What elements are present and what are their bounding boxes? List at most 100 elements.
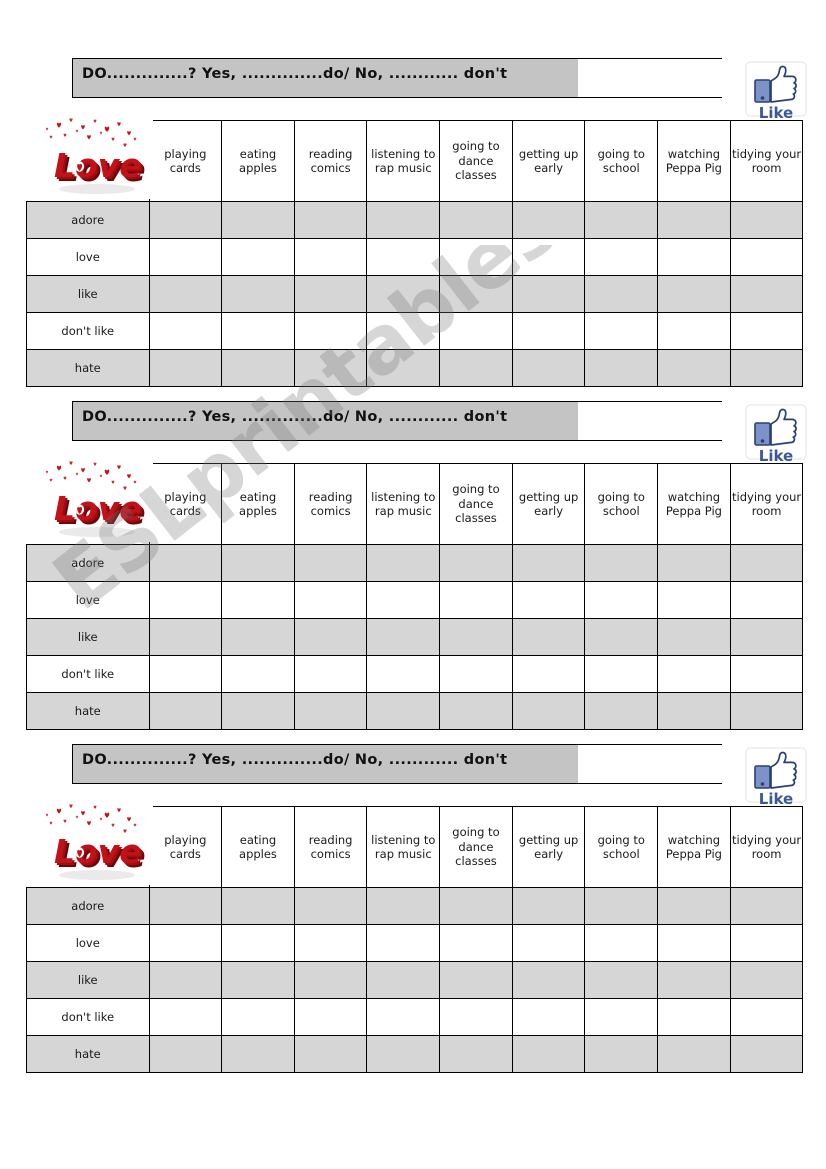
answer-cell[interactable] [511, 544, 586, 582]
answer-cell[interactable] [584, 961, 659, 999]
answer-cell[interactable] [293, 961, 368, 999]
answer-cell[interactable] [511, 201, 586, 239]
answer-cell[interactable] [293, 1035, 368, 1073]
answer-cell[interactable] [729, 924, 804, 962]
answer-cell[interactable] [511, 618, 586, 656]
answer-cell[interactable] [366, 581, 441, 619]
answer-cell[interactable] [293, 349, 368, 387]
answer-cell[interactable] [439, 312, 513, 350]
answer-cell[interactable] [439, 924, 513, 962]
answer-cell[interactable] [439, 998, 513, 1036]
answer-cell[interactable] [293, 887, 368, 925]
answer-cell[interactable] [221, 692, 295, 730]
answer-cell[interactable] [439, 618, 513, 656]
answer-cell[interactable] [729, 692, 804, 730]
answer-cell[interactable] [729, 1035, 804, 1073]
answer-cell[interactable] [148, 961, 223, 999]
answer-cell[interactable] [148, 692, 223, 730]
answer-cell[interactable] [366, 692, 441, 730]
answer-cell[interactable] [148, 201, 223, 239]
answer-cell[interactable] [148, 581, 223, 619]
answer-cell[interactable] [366, 312, 441, 350]
answer-cell[interactable] [729, 961, 804, 999]
answer-cell[interactable] [584, 924, 659, 962]
answer-cell[interactable] [293, 201, 368, 239]
answer-cell[interactable] [439, 238, 513, 276]
answer-cell[interactable] [729, 275, 804, 313]
answer-cell[interactable] [148, 655, 223, 693]
answer-cell[interactable] [511, 581, 586, 619]
answer-cell[interactable] [729, 544, 804, 582]
answer-cell[interactable] [584, 312, 659, 350]
answer-cell[interactable] [657, 544, 731, 582]
answer-cell[interactable] [366, 275, 441, 313]
answer-cell[interactable] [221, 312, 295, 350]
answer-cell[interactable] [366, 201, 441, 239]
answer-cell[interactable] [148, 238, 223, 276]
answer-cell[interactable] [729, 201, 804, 239]
answer-cell[interactable] [439, 1035, 513, 1073]
answer-cell[interactable] [511, 655, 586, 693]
answer-cell[interactable] [148, 998, 223, 1036]
answer-cell[interactable] [221, 201, 295, 239]
answer-cell[interactable] [366, 998, 441, 1036]
answer-cell[interactable] [729, 655, 804, 693]
answer-cell[interactable] [584, 618, 659, 656]
answer-cell[interactable] [584, 275, 659, 313]
answer-cell[interactable] [511, 349, 586, 387]
answer-cell[interactable] [366, 961, 441, 999]
answer-cell[interactable] [439, 692, 513, 730]
answer-cell[interactable] [511, 238, 586, 276]
answer-cell[interactable] [221, 544, 295, 582]
answer-cell[interactable] [657, 581, 731, 619]
like-badge[interactable]: Like [744, 56, 808, 122]
answer-cell[interactable] [511, 312, 586, 350]
answer-cell[interactable] [439, 581, 513, 619]
answer-cell[interactable] [293, 581, 368, 619]
answer-cell[interactable] [221, 581, 295, 619]
answer-cell[interactable] [584, 1035, 659, 1073]
answer-cell[interactable] [511, 692, 586, 730]
answer-cell[interactable] [148, 924, 223, 962]
answer-cell[interactable] [221, 618, 295, 656]
answer-cell[interactable] [148, 1035, 223, 1073]
answer-cell[interactable] [657, 618, 731, 656]
answer-cell[interactable] [439, 544, 513, 582]
like-badge[interactable]: Like [744, 742, 808, 808]
answer-cell[interactable] [584, 887, 659, 925]
answer-cell[interactable] [729, 349, 804, 387]
answer-cell[interactable] [657, 238, 731, 276]
answer-cell[interactable] [366, 924, 441, 962]
answer-cell[interactable] [657, 312, 731, 350]
answer-cell[interactable] [439, 349, 513, 387]
answer-cell[interactable] [511, 275, 586, 313]
answer-cell[interactable] [293, 312, 368, 350]
answer-cell[interactable] [439, 201, 513, 239]
answer-cell[interactable] [293, 618, 368, 656]
answer-cell[interactable] [729, 581, 804, 619]
answer-cell[interactable] [221, 887, 295, 925]
like-badge[interactable]: Like [744, 399, 808, 465]
answer-cell[interactable] [221, 349, 295, 387]
answer-cell[interactable] [439, 655, 513, 693]
answer-cell[interactable] [584, 655, 659, 693]
answer-cell[interactable] [366, 618, 441, 656]
answer-cell[interactable] [366, 887, 441, 925]
answer-cell[interactable] [511, 961, 586, 999]
answer-cell[interactable] [293, 998, 368, 1036]
answer-cell[interactable] [657, 998, 731, 1036]
answer-cell[interactable] [729, 618, 804, 656]
answer-cell[interactable] [511, 887, 586, 925]
answer-cell[interactable] [584, 998, 659, 1036]
answer-cell[interactable] [657, 692, 731, 730]
answer-cell[interactable] [439, 275, 513, 313]
answer-cell[interactable] [729, 312, 804, 350]
answer-cell[interactable] [584, 201, 659, 239]
answer-cell[interactable] [221, 238, 295, 276]
answer-cell[interactable] [293, 544, 368, 582]
answer-cell[interactable] [584, 238, 659, 276]
answer-cell[interactable] [729, 998, 804, 1036]
answer-cell[interactable] [148, 618, 223, 656]
answer-cell[interactable] [221, 1035, 295, 1073]
answer-cell[interactable] [293, 692, 368, 730]
